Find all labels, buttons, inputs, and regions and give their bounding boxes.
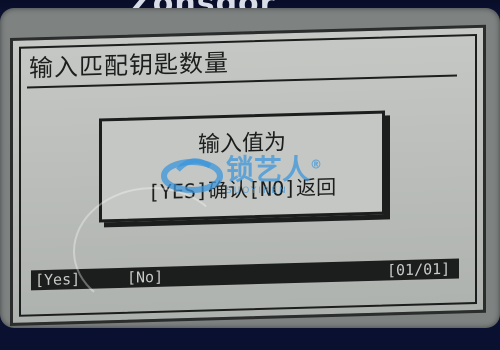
dialog-prompt: 输入值为 — [197, 130, 286, 158]
device-bezel: 输入匹配钥匙数量 输入值为 [YES]确认[NO]返回 [Yes] [No] [… — [0, 8, 500, 328]
dialog-hint: [YES]确认[NO]返回 — [147, 174, 337, 205]
no-softkey[interactable]: [No] — [127, 268, 163, 287]
page-indicator: [01/01] — [387, 259, 451, 280]
lcd-screen: 输入匹配钥匙数量 输入值为 [YES]确认[NO]返回 [Yes] [No] [… — [10, 24, 486, 327]
yes-softkey[interactable]: [Yes] — [35, 270, 80, 289]
input-dialog: 输入值为 [YES]确认[NO]返回 — [99, 110, 385, 223]
